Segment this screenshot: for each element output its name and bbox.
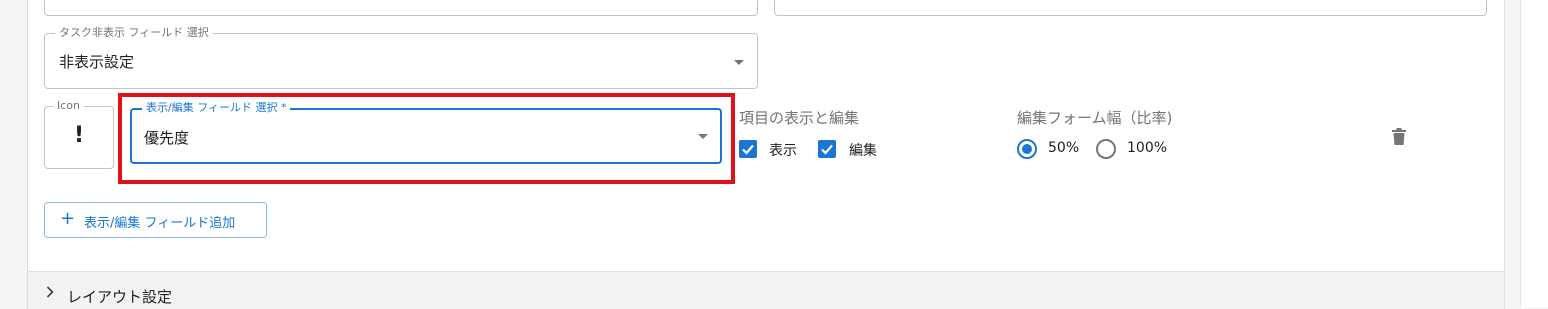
display-checkbox[interactable] (739, 140, 757, 158)
previous-field-right[interactable] (774, 0, 1487, 16)
edit-checkbox-label: 編集 (849, 143, 877, 159)
check-icon (742, 144, 754, 155)
layout-settings-section[interactable]: レイアウト設定 (27, 271, 1505, 309)
exclamation-icon: ! (74, 123, 85, 148)
hide-field-value: 非表示設定 (59, 53, 135, 71)
delete-icon[interactable] (1392, 128, 1406, 145)
check-icon (821, 144, 833, 155)
add-display-field-label: 表示/編集 フィールド追加 (84, 216, 236, 231)
form-width-radio-100-label: 100% (1127, 140, 1168, 156)
edit-checkbox[interactable] (818, 140, 836, 158)
previous-field-left[interactable] (44, 0, 758, 16)
plus-icon: + (60, 208, 76, 229)
chevron-right-icon (46, 286, 54, 298)
chevron-down-icon (734, 60, 744, 65)
icon-field-legend: Icon (53, 99, 84, 113)
form-width-radio-100[interactable] (1096, 139, 1116, 159)
add-display-field-button[interactable]: + 表示/編集 フィールド追加 (44, 202, 267, 238)
scrollbar-track[interactable] (1520, 0, 1548, 308)
highlight-box (118, 93, 735, 184)
layout-settings-label: レイアウト設定 (67, 288, 173, 306)
hide-field-legend: タスク非表示 フィールド 選択 (55, 26, 213, 40)
hide-field-select[interactable]: タスク非表示 フィールド 選択 非表示設定 (44, 26, 758, 89)
form-width-radio-50-label: 50% (1048, 140, 1080, 156)
icon-field[interactable]: Icon ! (44, 99, 114, 169)
form-width-title: 編集フォーム幅（比率) (1017, 109, 1173, 127)
visibility-title: 項目の表示と編集 (739, 109, 860, 127)
display-checkbox-label: 表示 (769, 143, 797, 159)
form-width-radio-50[interactable] (1017, 139, 1037, 159)
